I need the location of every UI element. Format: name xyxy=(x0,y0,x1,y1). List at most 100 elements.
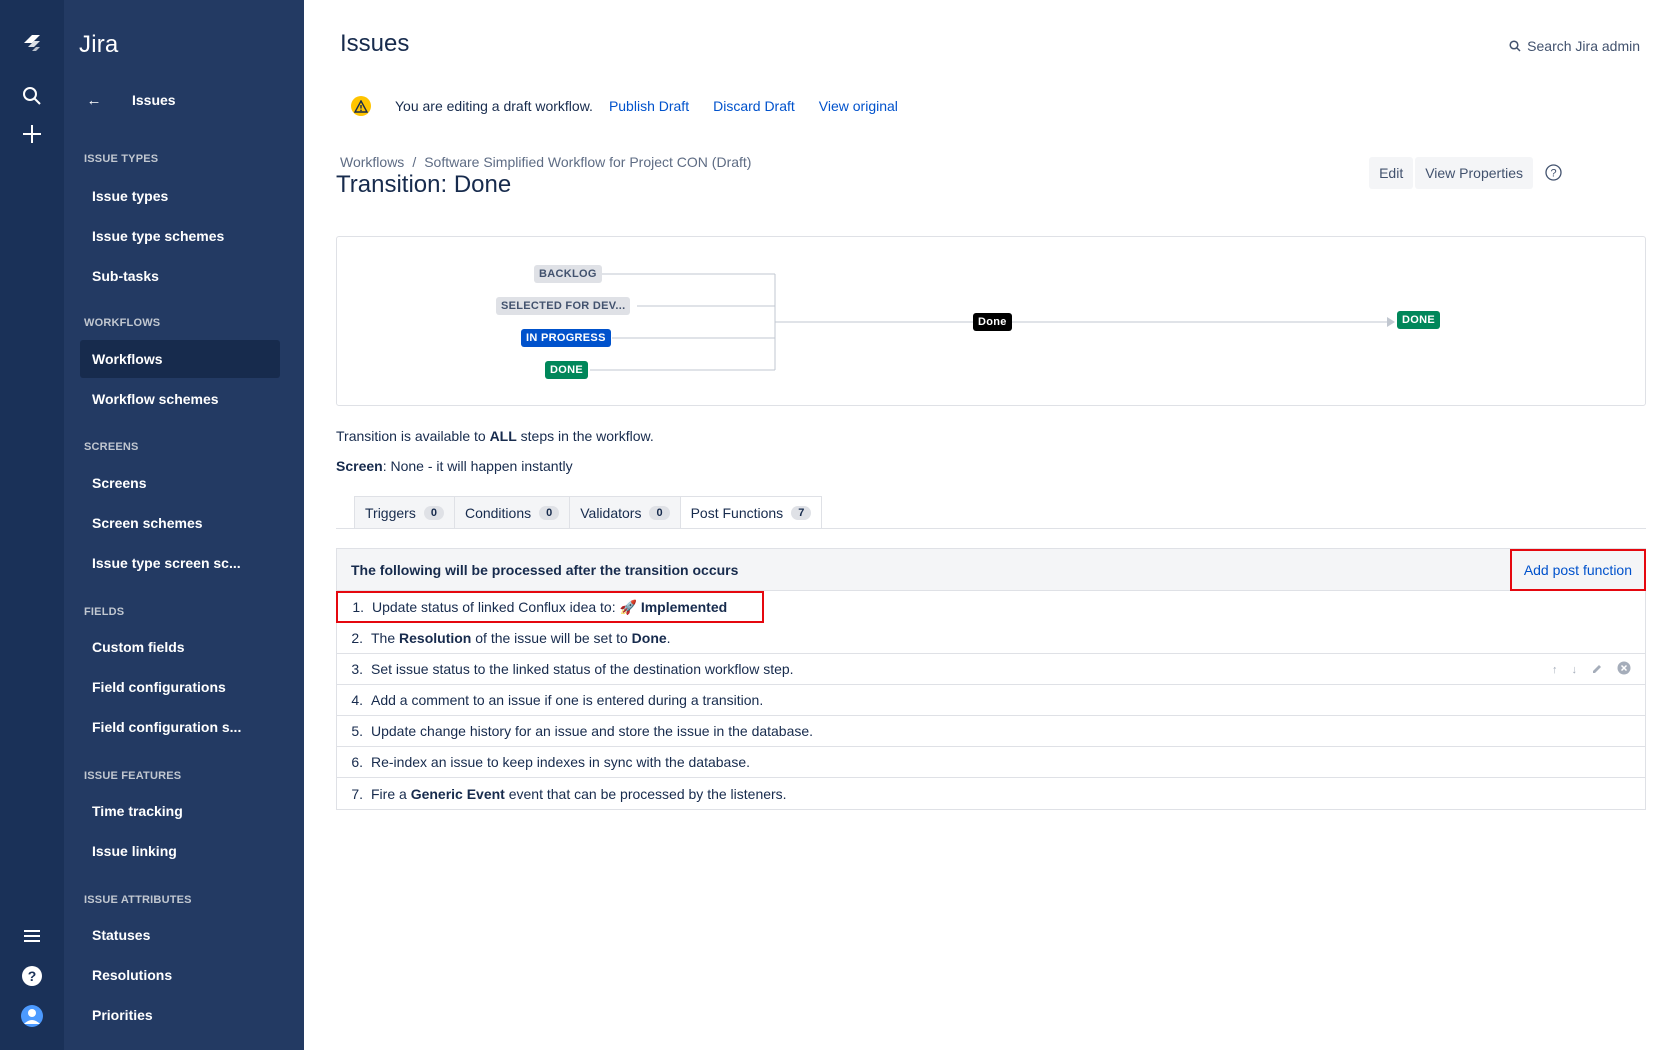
header-actions: Edit View Properties xyxy=(1369,157,1533,189)
post-function-number: 3. xyxy=(351,661,363,677)
section-title: FIELDS xyxy=(84,606,125,618)
question-circle-icon[interactable]: ? xyxy=(1545,164,1562,186)
sidebar-item-custom-fields[interactable]: Custom fields xyxy=(80,628,280,666)
menu-icon[interactable] xyxy=(16,920,48,952)
section-title: ISSUE FEATURES xyxy=(84,770,182,782)
row-actions: ↑ ↓ xyxy=(1552,661,1631,678)
sidebar-item-workflows[interactable]: Workflows xyxy=(80,340,280,378)
post-function-text: The Resolution of the issue will be set … xyxy=(371,630,671,646)
publish-draft-link[interactable]: Publish Draft xyxy=(609,98,689,114)
arrow-left-icon: ← xyxy=(86,91,102,109)
status-selected-for-dev: SELECTED FOR DEV... xyxy=(496,297,631,315)
tab-post-functions[interactable]: Post Functions 7 xyxy=(679,496,823,529)
create-plus-icon[interactable] xyxy=(16,118,48,150)
section-title: ISSUE ATTRIBUTES xyxy=(84,894,192,906)
sidebar-item-issue-type-schemes[interactable]: Issue type schemes xyxy=(80,217,280,255)
back-to-issues[interactable]: ← Issues xyxy=(80,86,176,114)
discard-draft-link[interactable]: Discard Draft xyxy=(713,98,795,114)
post-function-text: Update status of linked Conflux idea to:… xyxy=(372,598,728,615)
status-done-source: DONE xyxy=(545,361,588,379)
sidebar-item-issue-linking[interactable]: Issue linking xyxy=(80,832,280,870)
draft-message: You are editing a draft workflow. xyxy=(395,98,593,114)
add-post-function-button[interactable]: Add post function xyxy=(1509,548,1646,591)
delete-circle-icon[interactable] xyxy=(1617,661,1631,678)
screen-info: Screen: None - it will happen instantly xyxy=(336,458,573,474)
post-function-number: 1. xyxy=(352,599,364,615)
global-nav: ? xyxy=(0,0,64,1050)
section-title: SCREENS xyxy=(84,441,139,453)
status-in-progress: IN PROGRESS xyxy=(521,329,611,347)
tab-label: Conditions xyxy=(464,504,532,521)
app-title: Jira xyxy=(79,31,119,58)
post-function-text: Fire a Generic Event event that can be p… xyxy=(371,785,787,802)
post-function-row: 7. Fire a Generic Event event that can be… xyxy=(337,778,1645,809)
post-function-text: Update change history for an issue and s… xyxy=(371,723,814,739)
tab-count: 0 xyxy=(649,505,670,520)
sidebar-item-field-configurations[interactable]: Field configurations xyxy=(80,668,280,706)
post-function-text: Re-index an issue to keep indexes in syn… xyxy=(371,754,751,770)
transition-tabs: Triggers 0 Conditions 0 Validators 0 Post F… xyxy=(354,496,823,529)
post-functions-heading: The following will be processed after th… xyxy=(351,561,739,578)
move-up-icon[interactable]: ↑ xyxy=(1552,664,1558,676)
search-label: Search Jira admin xyxy=(1527,38,1640,54)
sidebar-item-resolutions[interactable]: Resolutions xyxy=(80,956,280,994)
page-title: Issues xyxy=(340,30,410,57)
post-function-row: 1. Update status of linked Conflux idea t… xyxy=(336,591,764,623)
tab-label: Validators xyxy=(580,504,642,521)
breadcrumb: Workflows / Software Simplified Workflow f… xyxy=(340,154,751,170)
tab-count: 0 xyxy=(539,505,560,520)
post-function-row: 4. Add a comment to an issue if one is en… xyxy=(337,685,1645,716)
breadcrumb-current[interactable]: Software Simplified Workflow for Project… xyxy=(424,154,751,170)
post-functions-list: 1. Update status of linked Conflux idea t… xyxy=(336,591,1645,809)
tab-triggers[interactable]: Triggers 0 xyxy=(354,496,455,528)
jira-logo-icon[interactable] xyxy=(16,27,48,59)
tab-count: 0 xyxy=(423,505,444,520)
view-original-link[interactable]: View original xyxy=(819,98,898,114)
post-function-number: 7. xyxy=(351,785,363,802)
sidebar-item-issue-type-screen-schemes[interactable]: Issue type screen sc... xyxy=(80,544,280,582)
search-icon xyxy=(1509,40,1521,52)
sidebar-item-screens[interactable]: Screens xyxy=(80,464,280,502)
svg-text:?: ? xyxy=(1550,168,1556,180)
status-backlog: BACKLOG xyxy=(534,265,602,283)
screen-value: : None - it will happen instantly xyxy=(382,458,573,474)
edit-pencil-icon[interactable] xyxy=(1591,662,1603,678)
screen-label: Screen xyxy=(336,458,383,474)
help-icon[interactable]: ? xyxy=(16,960,48,992)
availability-prefix: Transition is available to xyxy=(336,428,490,444)
tab-label: Post Functions xyxy=(690,505,784,521)
section-title: ISSUE TYPES xyxy=(84,153,159,165)
main-content: Issues Search Jira admin You are editing… xyxy=(304,0,1680,1050)
post-function-row: 5. Update change history for an issue and… xyxy=(337,716,1645,747)
sidebar-item-sub-tasks[interactable]: Sub-tasks xyxy=(80,257,280,295)
tab-count: 7 xyxy=(791,506,812,520)
post-function-number: 2. xyxy=(351,630,363,646)
availability-info: Transition is available to ALL steps in … xyxy=(336,428,654,444)
tab-label: Triggers xyxy=(365,504,416,521)
sidebar-item-screen-schemes[interactable]: Screen schemes xyxy=(80,504,280,542)
edit-button[interactable]: Edit xyxy=(1369,157,1414,189)
tab-validators[interactable]: Validators 0 xyxy=(569,496,681,528)
post-function-text: Add a comment to an issue if one is ente… xyxy=(371,692,764,708)
breadcrumb-workflows[interactable]: Workflows xyxy=(340,154,404,170)
tab-divider xyxy=(336,528,1646,529)
tab-conditions[interactable]: Conditions 0 xyxy=(453,496,571,528)
sidebar-item-workflow-schemes[interactable]: Workflow schemes xyxy=(80,380,280,418)
draft-notice: You are editing a draft workflow. Publis… xyxy=(351,96,922,116)
view-properties-button[interactable]: View Properties xyxy=(1415,157,1533,189)
warning-icon xyxy=(351,96,371,116)
search-icon[interactable] xyxy=(16,80,48,112)
search-jira-admin[interactable]: Search Jira admin xyxy=(1509,38,1640,54)
sidebar-item-time-tracking[interactable]: Time tracking xyxy=(80,792,280,830)
availability-suffix: steps in the workflow. xyxy=(516,428,654,444)
sidebar-item-issue-types[interactable]: Issue types xyxy=(80,177,280,215)
transition-title: Transition: Done xyxy=(336,171,512,198)
post-function-row: 2. The Resolution of the issue will be se… xyxy=(337,623,1645,654)
sidebar-item-field-configuration-schemes[interactable]: Field configuration s... xyxy=(80,708,280,746)
profile-icon[interactable] xyxy=(16,1000,48,1032)
back-label: Issues xyxy=(132,92,176,108)
post-function-number: 6. xyxy=(351,754,363,770)
move-down-icon[interactable]: ↓ xyxy=(1572,664,1578,676)
sidebar-item-priorities[interactable]: Priorities xyxy=(80,996,280,1034)
sidebar-item-statuses[interactable]: Statuses xyxy=(80,916,280,954)
